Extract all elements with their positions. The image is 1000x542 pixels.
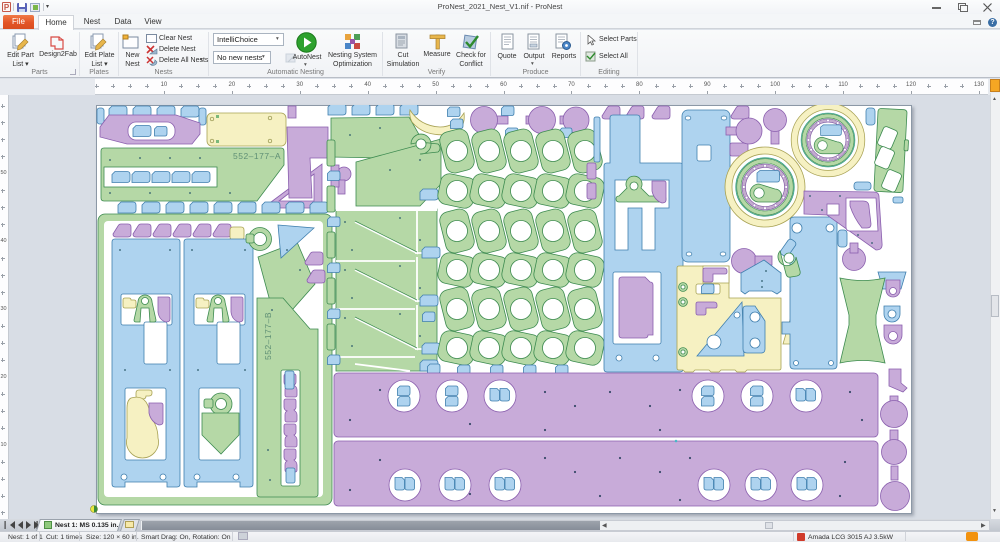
svg-text:552–177–B: 552–177–B — [263, 312, 273, 360]
svg-text:552–177–A: 552–177–A — [233, 151, 281, 161]
